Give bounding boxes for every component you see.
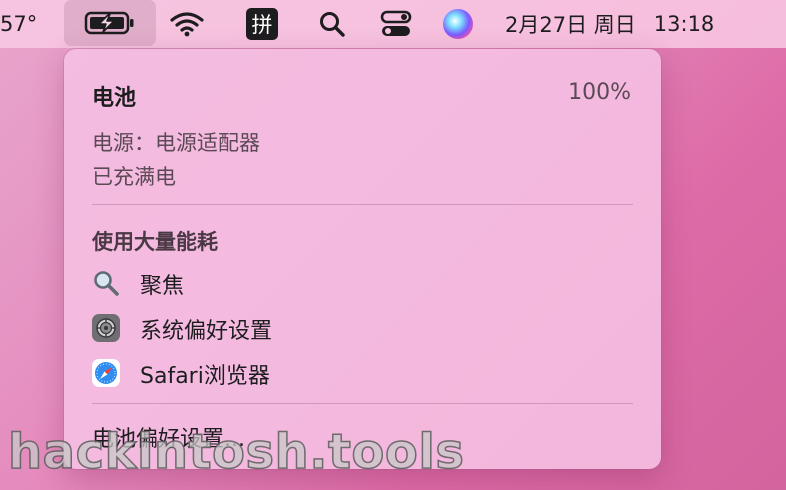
wifi-menu-button[interactable] [170, 0, 204, 48]
battery-menu: 电池 100% 电源：电源适配器 已充满电 使用大量能耗 聚焦 系统偏好设置 S… [64, 49, 661, 469]
date-text: 2月27日 周日 [505, 13, 636, 37]
clock[interactable]: 2月27日 周日 13:18 [505, 0, 714, 48]
control-center-button[interactable] [380, 0, 412, 48]
app-item-spotlight[interactable]: 聚焦 [84, 263, 641, 303]
app-item-label: 系统偏好设置 [140, 319, 273, 344]
input-method-button[interactable]: 拼 [246, 0, 278, 48]
separator [92, 403, 633, 404]
control-center-icon [380, 10, 412, 36]
temperature-text: 57° [0, 12, 38, 36]
battery-menu-title: 电池 [92, 86, 137, 111]
siri-icon [443, 9, 473, 39]
app-item-safari[interactable]: Safari浏览器 [84, 353, 641, 393]
app-item-system-preferences[interactable]: 系统偏好设置 [84, 308, 641, 348]
heavy-usage-header: 使用大量能耗 [92, 230, 218, 254]
input-method-icon: 拼 [246, 8, 278, 40]
spotlight-icon [92, 269, 120, 297]
safari-icon [92, 359, 120, 387]
watermark-text: hackintosh.tools [7, 423, 465, 481]
search-icon [320, 12, 345, 37]
app-item-label: 聚焦 [140, 274, 185, 299]
power-source-text: 电源：电源适配器 [92, 131, 260, 155]
menu-bar: 57° 拼 2月27日 周日 13:18 [0, 0, 786, 48]
charge-status-text: 已充满电 [92, 165, 176, 189]
weather-temperature[interactable]: 57° [0, 0, 37, 48]
time-text: 13:18 [653, 12, 715, 36]
system-preferences-icon [92, 314, 120, 342]
battery-menu-button[interactable] [64, 0, 156, 46]
battery-charging-icon [84, 11, 134, 35]
app-item-label: Safari浏览器 [140, 364, 270, 389]
battery-percent: 100% [568, 80, 631, 105]
wifi-icon [170, 12, 204, 37]
siri-button[interactable] [443, 0, 473, 48]
spotlight-menu-button[interactable] [318, 0, 346, 48]
separator [92, 204, 633, 205]
